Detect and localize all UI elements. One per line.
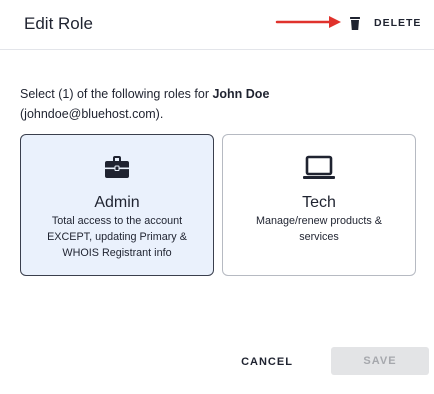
delete-button[interactable]: DELETE	[350, 12, 421, 34]
role-prompt: Select (1) of the following roles for Jo…	[20, 84, 420, 124]
dialog-header: Edit Role DELETE	[0, 0, 434, 50]
delete-label: DELETE	[374, 17, 422, 29]
role-title: Admin	[94, 194, 140, 211]
role-description: Total access to the account EXCEPT, upda…	[47, 215, 187, 259]
save-button[interactable]: SAVE	[331, 347, 429, 375]
role-description: Manage/renew products & services	[255, 215, 383, 243]
user-name: John Doe	[212, 87, 270, 101]
role-card-admin[interactable]: Admin Total access to the account EXCEPT…	[20, 134, 214, 276]
role-card-tech[interactable]: Tech Manage/renew products & services	[222, 134, 416, 276]
laptop-icon	[223, 155, 415, 183]
annotation-arrow	[275, 16, 341, 28]
prompt-text: Select (1) of the following roles for	[20, 87, 213, 101]
dialog-title: Edit Role	[24, 14, 93, 33]
user-email: (johndoe@bluehost.com).	[20, 107, 164, 121]
trash-icon	[350, 16, 360, 30]
role-title: Tech	[302, 194, 336, 211]
briefcase-icon	[21, 155, 213, 183]
cancel-button[interactable]: CANCEL	[232, 348, 302, 376]
